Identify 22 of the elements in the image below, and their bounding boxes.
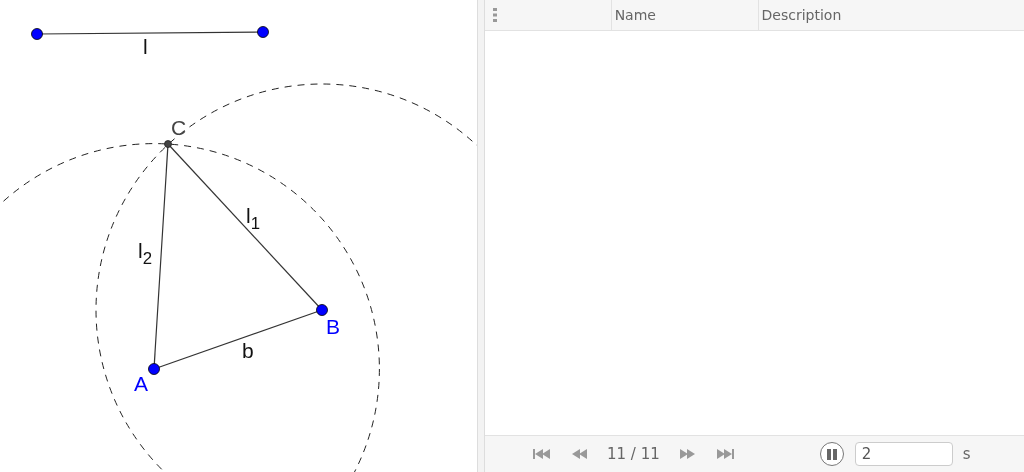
point[interactable] bbox=[316, 304, 328, 316]
point-label: C bbox=[171, 117, 187, 138]
point[interactable] bbox=[31, 28, 43, 40]
point-label: B bbox=[326, 316, 340, 337]
point[interactable] bbox=[257, 26, 269, 38]
point[interactable] bbox=[148, 363, 160, 375]
skip-forward-icon bbox=[715, 448, 734, 460]
fast-forward-icon bbox=[678, 448, 695, 460]
point[interactable] bbox=[164, 140, 172, 148]
interval-field[interactable]: 2 bbox=[854, 442, 953, 466]
point-label: A bbox=[134, 373, 148, 394]
segment-label: l bbox=[143, 36, 148, 57]
drag-handle-icon[interactable] bbox=[493, 8, 497, 22]
rewind-icon bbox=[572, 448, 588, 460]
unit-label: s bbox=[962, 445, 971, 463]
pause-icon bbox=[826, 448, 837, 460]
column-header[interactable]: Name bbox=[611, 0, 759, 30]
pause-button[interactable] bbox=[819, 442, 844, 466]
column-header[interactable]: Description bbox=[758, 0, 1024, 30]
segment-label: b bbox=[242, 340, 254, 361]
step-counter: 11 / 11 bbox=[607, 445, 660, 463]
skip-back-icon bbox=[533, 448, 551, 460]
